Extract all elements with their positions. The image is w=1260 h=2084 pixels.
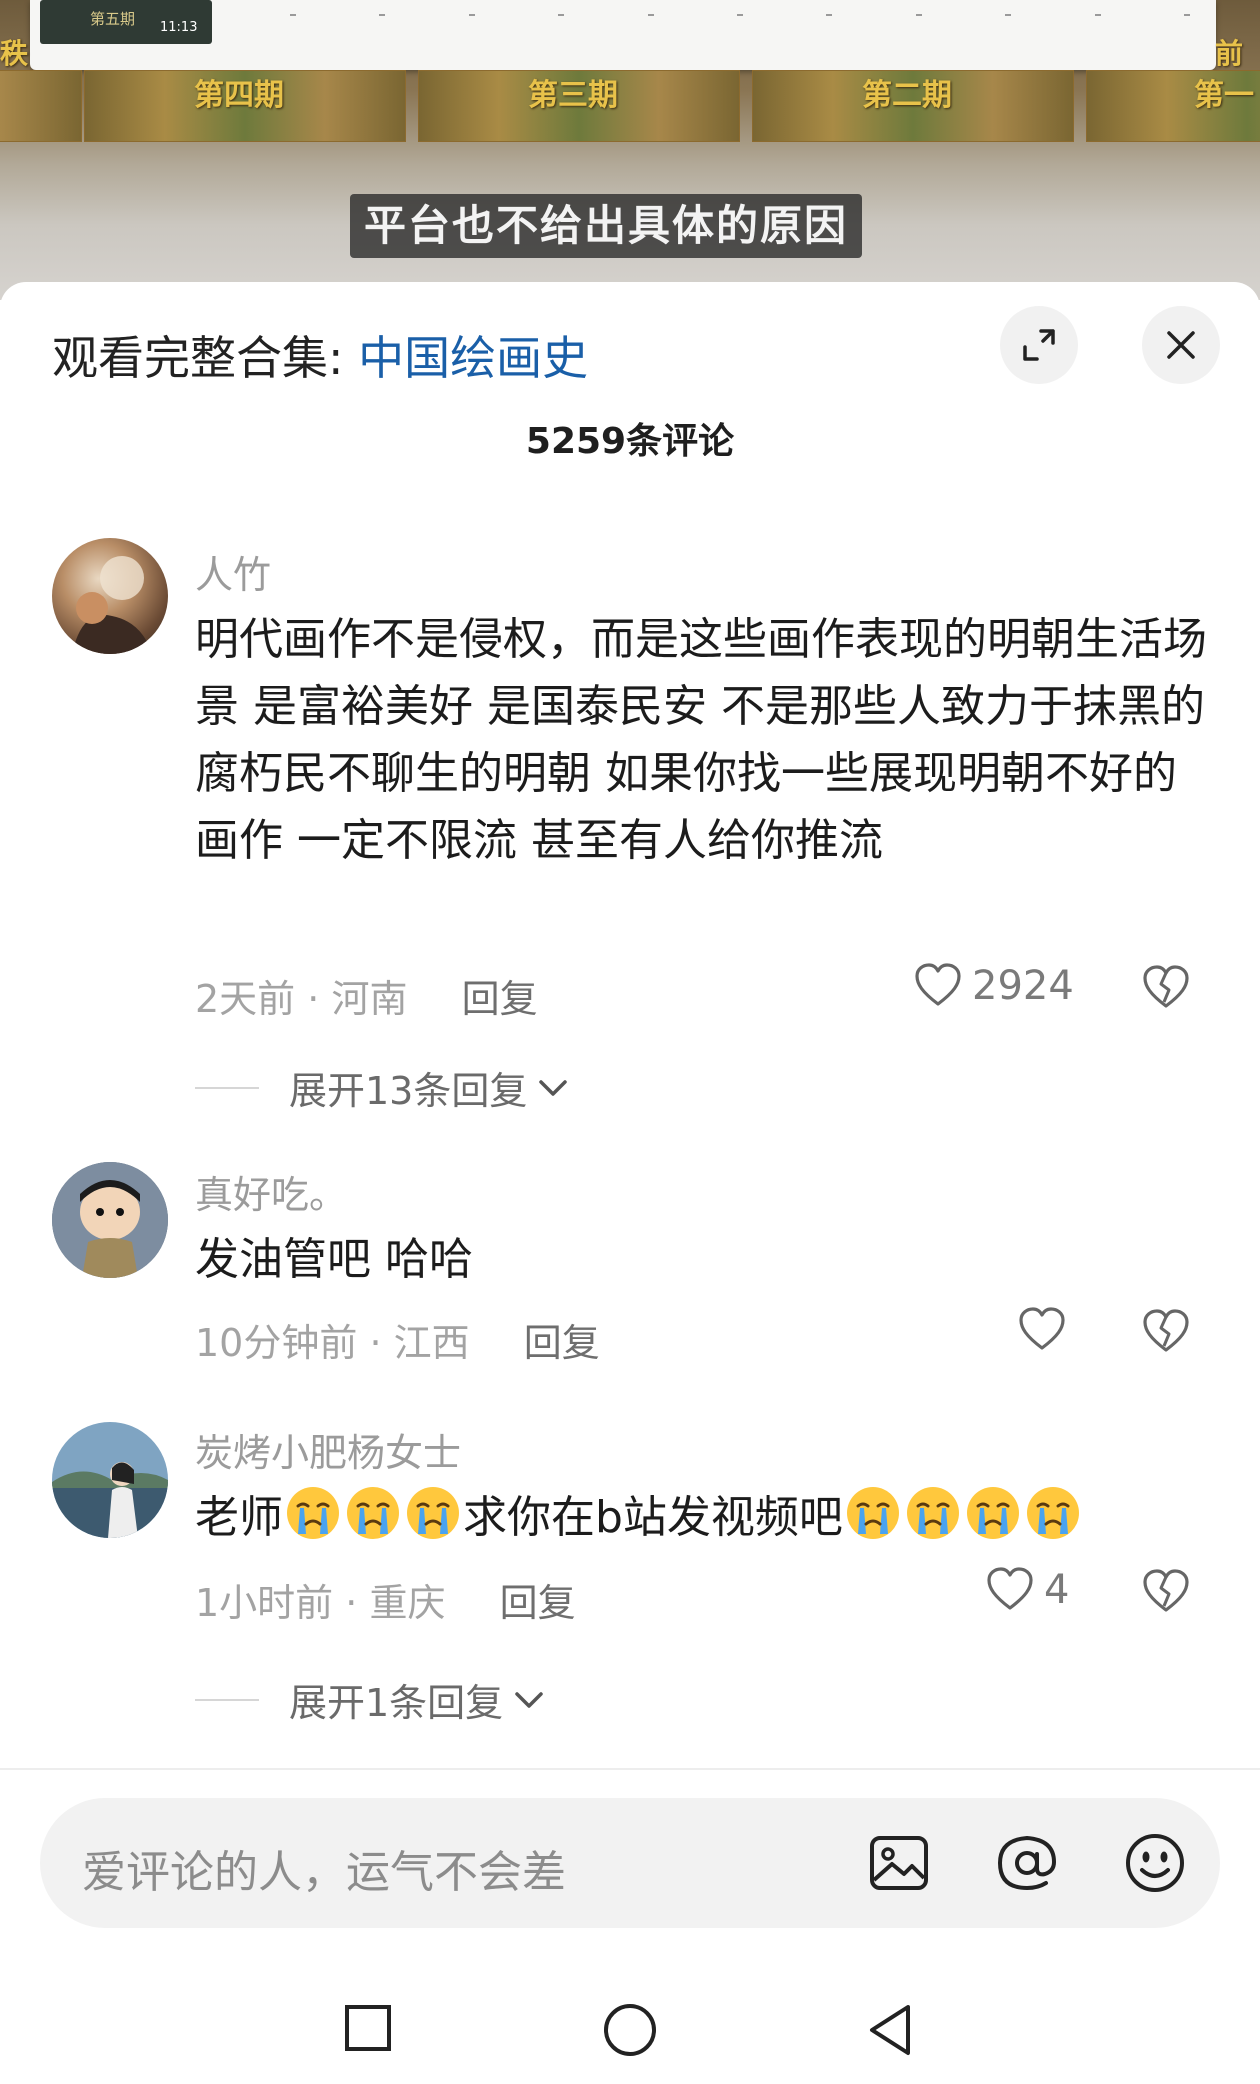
heart-icon: [1019, 1307, 1065, 1350]
at-icon[interactable]: [992, 1828, 1062, 1898]
dislike-button[interactable]: [1140, 1566, 1192, 1622]
collection-prefix: 观看完整合集:: [52, 331, 359, 385]
input-divider: [0, 1768, 1260, 1770]
broken-heart-icon: [1143, 1309, 1189, 1352]
avatar-image: [52, 1422, 168, 1538]
crying-emoji-icon: [407, 1487, 459, 1539]
system-nav-bar: [0, 1972, 1260, 2084]
table-placeholder-dashes: [290, 14, 1190, 22]
comment-time: 10分钟前: [195, 1321, 358, 1365]
comment-sheet: 观看完整合集: 中国绘画史 5259条评论 人竹 明代画作不是侵权，而是这些画作…: [0, 282, 1260, 2084]
episode-label: 第四期: [194, 78, 284, 113]
comment-text: 老师 求你在b站发视频吧: [195, 1484, 1215, 1551]
broken-heart-icon: [1143, 965, 1189, 1008]
comment-meta: 10分钟前 · 江西 回复: [195, 1321, 600, 1365]
episode-label: 第一: [1194, 78, 1254, 113]
crying-emoji-icon: [846, 1487, 899, 1539]
emoji-icon[interactable]: [1120, 1828, 1190, 1898]
comment-count: 5259条评论: [525, 421, 735, 462]
chevron-down-icon: [515, 1691, 543, 1708]
back-icon[interactable]: [864, 2002, 916, 2058]
collection-link[interactable]: 观看完整合集: 中国绘画史: [52, 322, 588, 388]
dislike-button[interactable]: [1140, 962, 1192, 1018]
reply-button[interactable]: 回复: [500, 1581, 576, 1625]
comment-meta: 1小时前 · 重庆 回复: [195, 1581, 576, 1625]
crying-emoji-icon: [287, 1487, 339, 1539]
avatar-image: [52, 1162, 168, 1278]
avatar[interactable]: [52, 538, 168, 654]
like-count: 2924: [972, 963, 1074, 1009]
comment-text: 明代画作不是侵权，而是这些画作表现的明朝生活场景 是富裕美好 是国泰民安 不是那…: [195, 614, 1207, 866]
heart-icon: [987, 1567, 1033, 1610]
comment-time: 1小时前: [195, 1581, 334, 1625]
like-count: 4: [1044, 1567, 1070, 1613]
like-button[interactable]: [1016, 1304, 1068, 1356]
episode-label: 第三期: [528, 78, 618, 113]
recent-apps-icon[interactable]: [342, 2002, 394, 2054]
comment-text: 发油管吧 哈哈: [195, 1234, 473, 1285]
avatar-image: [72, 556, 152, 654]
reply-button[interactable]: 回复: [462, 977, 538, 1021]
like-button[interactable]: 4: [984, 1564, 1069, 1616]
close-button[interactable]: [1142, 306, 1220, 384]
video-player[interactable]: 第五期 11:13 秩 前至 第四期 第三期 第二期 第一 平台也不给出具体的原…: [0, 0, 1260, 300]
close-icon: [1167, 331, 1195, 359]
episode-strip-0: [0, 70, 82, 142]
expand-replies-label: 展开1条回复: [289, 1681, 504, 1725]
dislike-button[interactable]: [1140, 1306, 1192, 1362]
crying-emoji-icon: [1026, 1487, 1079, 1539]
crying-emoji-icon: [906, 1487, 959, 1539]
comment-input[interactable]: 爱评论的人，运气不会差: [40, 1798, 1220, 1928]
expand-replies-label: 展开13条回复: [289, 1069, 528, 1113]
comment-location: 重庆: [369, 1581, 446, 1625]
heart-icon: [915, 963, 961, 1006]
thumbnail-duration: 11:13: [160, 20, 198, 35]
video-subtitle: 平台也不给出具体的原因: [350, 194, 863, 258]
home-icon[interactable]: [602, 2002, 658, 2058]
comment-username[interactable]: 炭烤小肥杨女士: [195, 1422, 461, 1477]
expand-icon: [1023, 329, 1055, 361]
expand-button[interactable]: [1000, 306, 1078, 384]
thumbnail-caption: 第五期: [90, 10, 136, 28]
image-icon[interactable]: [864, 1828, 934, 1898]
expand-replies-button[interactable]: 展开13条回复: [195, 1060, 573, 1115]
left-edge-text: 秩: [0, 37, 29, 70]
crying-emoji-icon: [347, 1487, 399, 1539]
comment-username[interactable]: 人竹: [195, 544, 271, 599]
avatar[interactable]: [52, 1162, 168, 1278]
crying-emoji-icon: [966, 1487, 1019, 1539]
collection-name[interactable]: 中国绘画史: [358, 331, 588, 385]
episode-label: 第二期: [862, 78, 952, 113]
expand-replies-button[interactable]: 展开1条回复: [195, 1672, 549, 1727]
chevron-down-icon: [539, 1079, 568, 1096]
comment-input-placeholder: 爱评论的人，运气不会差: [82, 1847, 566, 1898]
reply-button[interactable]: 回复: [524, 1321, 600, 1365]
comment-username[interactable]: 真好吃。: [195, 1164, 347, 1219]
comment-meta: 2天前 · 河南 回复: [195, 977, 538, 1021]
comment-location: 河南: [331, 977, 408, 1021]
avatar[interactable]: [52, 1422, 168, 1538]
broken-heart-icon: [1143, 1569, 1189, 1612]
comment-location: 江西: [393, 1321, 470, 1365]
like-button[interactable]: 2924: [912, 960, 1074, 1012]
comment-time: 2天前: [195, 977, 296, 1021]
